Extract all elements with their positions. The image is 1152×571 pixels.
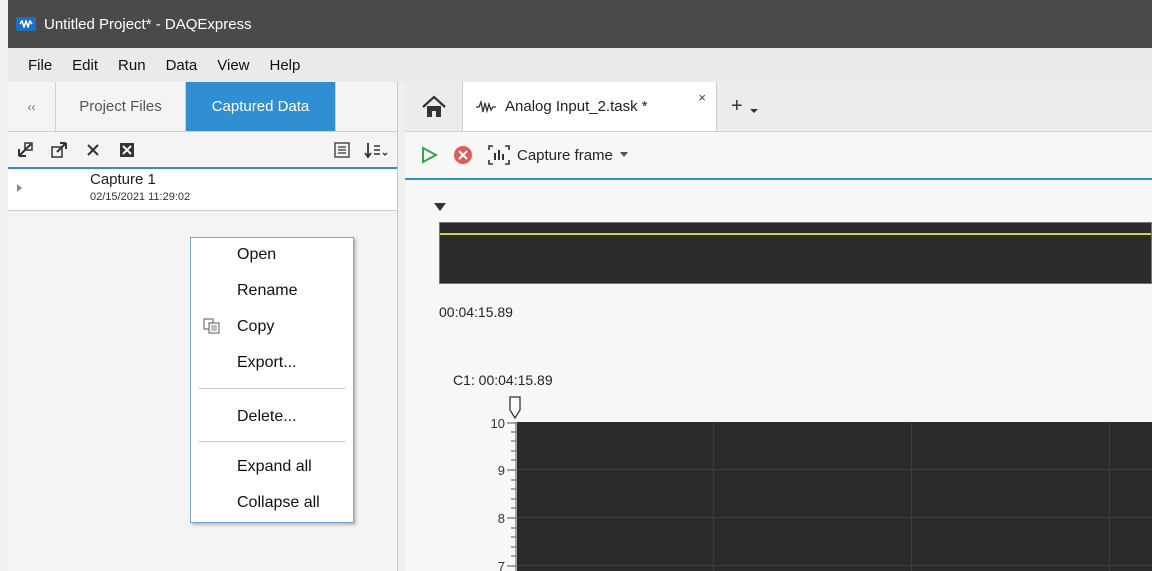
- overview-marker-icon[interactable]: [433, 202, 447, 212]
- captured-data-toolbar: [8, 132, 397, 169]
- close-box-icon: [120, 142, 134, 157]
- overview-plot[interactable]: [439, 222, 1152, 284]
- list-icon: [334, 142, 350, 158]
- toolbar-right-group: [325, 135, 393, 165]
- menu-view[interactable]: View: [207, 57, 259, 74]
- export-button[interactable]: [42, 135, 76, 165]
- run-icon[interactable]: [419, 145, 439, 165]
- window-title: Untitled Project* - DAQExpress: [44, 15, 252, 33]
- expand-arrow-icon[interactable]: [16, 183, 24, 193]
- menu-file[interactable]: File: [18, 57, 62, 74]
- grid-line: [911, 422, 912, 571]
- menu-bar: File Edit Run Data View Help: [8, 48, 1152, 82]
- collapse-panel-button[interactable]: ‹‹: [8, 82, 56, 131]
- capture-name: Capture 1: [90, 171, 156, 188]
- capture-frame-icon: [488, 145, 510, 165]
- document-tabs: Analog Input_2.task * × +: [405, 82, 1152, 132]
- import-button[interactable]: [8, 135, 42, 165]
- grid-line: [1109, 422, 1110, 571]
- menu-help[interactable]: Help: [260, 57, 311, 74]
- y-tick-label: 7: [497, 559, 505, 571]
- home-tab[interactable]: [405, 82, 463, 131]
- menu-item-collapse-all[interactable]: Collapse all: [237, 494, 320, 512]
- sort-icon: [364, 143, 388, 159]
- waveform-icon: [476, 99, 496, 114]
- menu-data[interactable]: Data: [156, 57, 208, 74]
- capture-timestamp: 02/15/2021 11:29:02: [90, 191, 191, 203]
- tab-analog-input-task[interactable]: Analog Input_2.task * ×: [463, 82, 717, 131]
- menu-item-copy[interactable]: Copy: [237, 318, 274, 336]
- menu-separator: [199, 388, 345, 389]
- context-menu: Open Rename Copy Export... Delete... Exp…: [190, 237, 354, 523]
- delete-button[interactable]: [76, 135, 110, 165]
- capture-frame-button[interactable]: Capture frame: [517, 147, 613, 164]
- grid-line: [517, 517, 1152, 518]
- menu-item-rename[interactable]: Rename: [237, 282, 297, 300]
- menu-item-open[interactable]: Open: [237, 246, 276, 264]
- capture-list-item[interactable]: Capture 1 02/15/2021 11:29:02: [8, 169, 397, 211]
- sort-button[interactable]: [359, 135, 393, 165]
- menu-item-delete[interactable]: Delete...: [237, 408, 297, 426]
- grid-line: [517, 565, 1152, 566]
- right-panel: Analog Input_2.task * × + Capture frame …: [405, 82, 1152, 571]
- y-tick-label: 10: [490, 416, 505, 431]
- tab-label: Analog Input_2.task *: [505, 98, 648, 115]
- export-icon: [51, 141, 67, 158]
- import-icon: [18, 141, 33, 157]
- close-tab-icon[interactable]: ×: [698, 90, 706, 105]
- menu-edit[interactable]: Edit: [62, 57, 108, 74]
- grid-line: [713, 422, 714, 571]
- overview-time-label: 00:04:15.89: [439, 304, 513, 320]
- home-icon: [421, 95, 446, 117]
- cursor-label: C1: 00:04:15.89: [453, 372, 553, 388]
- menu-separator: [199, 441, 345, 442]
- list-view-button[interactable]: [325, 135, 359, 165]
- main-plot[interactable]: [517, 422, 1152, 571]
- y-axis: [505, 422, 517, 571]
- menu-item-expand-all[interactable]: Expand all: [237, 458, 312, 476]
- grid-line: [517, 469, 1152, 470]
- overview-trace: [440, 233, 1151, 235]
- tab-project-files[interactable]: Project Files: [56, 82, 186, 131]
- left-panel-tabs: ‹‹ Project Files Captured Data: [8, 82, 397, 132]
- add-icon: +: [731, 95, 743, 117]
- y-axis-ticks: [507, 422, 517, 571]
- tab-captured-data[interactable]: Captured Data: [186, 82, 336, 131]
- y-tick-label: 9: [497, 463, 505, 478]
- daqexpress-logo-icon: [16, 17, 36, 31]
- title-bar: Untitled Project* - DAQExpress: [8, 0, 1152, 48]
- menu-item-export[interactable]: Export...: [237, 354, 297, 372]
- close-icon: [87, 143, 99, 156]
- add-tab-button[interactable]: +: [717, 82, 759, 131]
- stop-icon[interactable]: [453, 145, 473, 165]
- menu-run[interactable]: Run: [108, 57, 156, 74]
- task-toolbar: Capture frame: [405, 132, 1152, 180]
- copy-icon: [203, 318, 220, 334]
- chevron-down-icon: [749, 108, 758, 113]
- cursor-handle-icon[interactable]: [508, 396, 522, 422]
- delete-all-button[interactable]: [110, 135, 144, 165]
- chevron-down-icon[interactable]: [619, 151, 629, 159]
- y-tick-label: 8: [497, 511, 505, 526]
